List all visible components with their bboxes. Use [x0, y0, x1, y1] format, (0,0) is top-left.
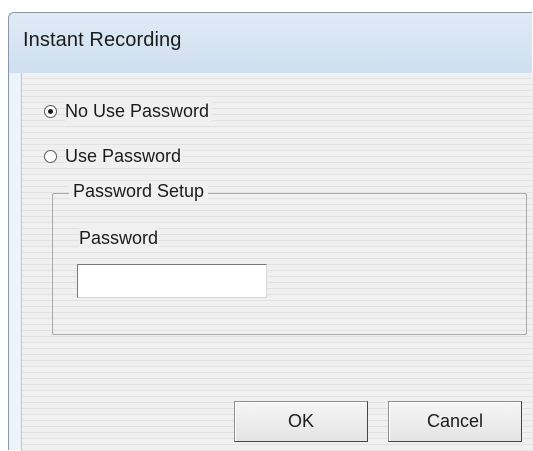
window-title: Instant Recording: [23, 29, 182, 51]
dialog-body: No Use Password Use Password Password Se…: [21, 73, 533, 451]
use-password-label[interactable]: Use Password: [65, 145, 184, 167]
password-setup-title: Password Setup: [69, 181, 209, 202]
password-input[interactable]: [77, 264, 267, 298]
cancel-button[interactable]: Cancel: [388, 401, 522, 442]
instant-recording-dialog: Instant Recording No Use Password Use Pa…: [8, 12, 533, 451]
no-use-password-radio[interactable]: [44, 104, 57, 118]
use-password-radio[interactable]: [44, 149, 57, 163]
no-use-password-label[interactable]: No Use Password: [65, 100, 212, 122]
password-label: Password: [79, 228, 159, 249]
no-use-password-option[interactable]: No Use Password: [44, 99, 212, 123]
use-password-option[interactable]: Use Password: [44, 144, 184, 168]
password-setup-group: Password Setup Password: [52, 181, 527, 335]
title-bar[interactable]: Instant Recording: [9, 13, 532, 73]
ok-button[interactable]: OK: [234, 401, 368, 442]
